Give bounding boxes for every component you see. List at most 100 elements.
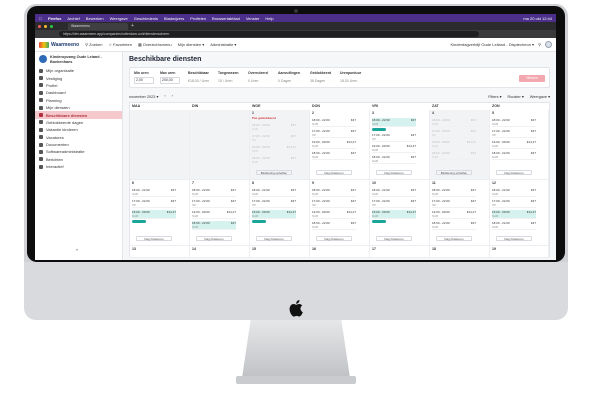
shift-item[interactable]: 17:00 - 22:00 €47 SP xyxy=(312,129,356,138)
shift-item[interactable]: 18:00 - 22:00 €47 NAB xyxy=(252,156,296,165)
shift-item[interactable]: 17:00 - 22:00 €47 SP xyxy=(432,199,476,208)
menu-item[interactable]: Firefox xyxy=(48,16,61,21)
block-day-button[interactable]: Dag blokkeren xyxy=(496,170,532,175)
avatar[interactable] xyxy=(545,41,552,48)
sidebar-item-documents[interactable]: Documenten xyxy=(35,141,122,148)
zoom-window-icon[interactable] xyxy=(50,24,53,28)
shift-item[interactable]: 18:00 - 22:00 €47 NAB xyxy=(312,221,356,230)
shift-item[interactable]: 19:00 - 09:00 €14,47 NAB xyxy=(312,140,356,149)
nav-my-shifts[interactable]: Mijn diensten ▾ xyxy=(178,42,205,47)
block-day-button[interactable]: Dag blokkeren xyxy=(196,236,232,241)
min-hours-input[interactable]: 2,00 xyxy=(134,77,154,84)
search-icon[interactable]: ⚲ xyxy=(538,42,541,47)
nav-overview[interactable]: ▦ Overzichtsmenu xyxy=(138,42,172,47)
sidebar-item-messages[interactable]: Berichten xyxy=(35,156,122,163)
nav-admin[interactable]: Administratie ▾ xyxy=(210,42,236,47)
shift-item[interactable]: 18:00 - 22:00 €47 NAB xyxy=(372,118,416,127)
menu-item[interactable]: Bewerken xyxy=(86,16,104,21)
menu-item[interactable]: Browsertabblad xyxy=(212,16,240,21)
shift-item[interactable]: 18:00 - 22:00 €47 NAB xyxy=(492,151,536,160)
block-day-button[interactable]: Dag blokkeren xyxy=(136,236,172,241)
new-tab-icon[interactable]: + xyxy=(131,23,134,29)
view-dropdown[interactable]: Weergave ▾ xyxy=(530,94,550,99)
sidebar-item-vacancies[interactable]: Vacatures xyxy=(35,134,122,141)
month-picker[interactable]: november 2023 ▾ xyxy=(129,94,158,99)
address-bar[interactable]: https://dev.waarmeen.app/companies/rotte… xyxy=(59,31,479,37)
shift-item[interactable]: 18:00 - 22:00 €47 NAB xyxy=(372,155,416,164)
rooster-dropdown[interactable]: Rooster ▾ xyxy=(508,94,524,99)
menu-item[interactable]: Help xyxy=(265,16,273,21)
sidebar-item-location[interactable]: Vestiging xyxy=(35,74,122,81)
sidebar-item-planning[interactable]: Planning xyxy=(35,97,122,104)
shift-item[interactable]: 18:00 - 22:00 €47 NAB xyxy=(192,188,236,197)
sidebar-item-organisation[interactable]: Mijn organisatie xyxy=(35,67,122,74)
sidebar-item-blocked-days[interactable]: Geblokkeerde dagen xyxy=(35,119,122,126)
brand[interactable]: Waarmeeno xyxy=(39,41,79,48)
clock[interactable]: ma 20 okt 12:44 xyxy=(523,16,556,21)
shift-item[interactable]: 19:00 - 09:00 €14,47 NAB xyxy=(192,210,236,219)
block-day-button[interactable]: Dag blokkeren xyxy=(256,236,292,241)
shift-item[interactable]: 17:00 - 22:00 €47 SP xyxy=(312,199,356,208)
menu-item[interactable]: Geschiedenis xyxy=(134,16,158,21)
shift-item[interactable]: 19:00 - 09:00 €14,47 NAB xyxy=(432,140,476,149)
clear-filters-button[interactable]: Wissen xyxy=(519,75,545,82)
shift-item[interactable]: 19:00 - 09:00 €14,47 NAB xyxy=(312,210,356,219)
shift-item[interactable]: 17:00 - 22:00 €47 SP xyxy=(252,134,296,143)
shift-item[interactable]: 17:00 - 22:00 €47 SP xyxy=(192,199,236,208)
shift-item[interactable]: 18:00 - 22:00 €47 NAB xyxy=(432,151,476,160)
shift-item[interactable]: 19:00 - 09:00 €14,47 NAB xyxy=(372,144,416,153)
shift-item[interactable]: 17:00 - 22:00 €47 SP xyxy=(132,199,176,208)
menu-item[interactable]: Weergave xyxy=(110,16,128,21)
shift-item[interactable]: 18:00 - 22:00 €47 NAB xyxy=(432,221,476,230)
sidebar-item-interactive[interactable]: Interactief xyxy=(35,163,122,170)
unblock-day-button[interactable]: Blokkering opheffen xyxy=(436,170,472,175)
shift-item[interactable]: 19:00 - 09:00 €14,47 NAB xyxy=(252,210,296,219)
shift-item[interactable]: 18:00 - 22:00 €47 NAB xyxy=(312,151,356,160)
shift-item[interactable]: 19:00 - 09:00 €14,47 NAB xyxy=(372,210,416,219)
block-day-button[interactable]: Dag blokkeren xyxy=(436,236,472,241)
shift-item[interactable]: 18:00 - 22:00 €47 NAB xyxy=(312,188,356,197)
chevron-right-icon[interactable]: › xyxy=(172,94,173,98)
shift-item[interactable]: 17:00 - 22:00 €47 SP xyxy=(492,199,536,208)
sidebar-org[interactable]: Kinderopvang Oude Leland - Boekenhaes xyxy=(35,52,122,67)
shift-item[interactable]: 17:00 - 22:00 €47 SP xyxy=(492,129,536,138)
shift-item[interactable]: 18:00 - 22:00 €47 NAB xyxy=(132,188,176,197)
shift-item[interactable]: 18:00 - 22:00 €47 NAB xyxy=(432,118,476,127)
nav-favorites[interactable]: ☆ Favorieten xyxy=(108,42,132,47)
shift-item[interactable]: 18:00 - 22:00 €47 NAB xyxy=(432,188,476,197)
shift-item[interactable]: 18:00 - 22:00 €47 NAB xyxy=(372,188,416,197)
shift-item[interactable]: 18:00 - 22:00 €47 NAB xyxy=(492,221,536,230)
shift-item[interactable]: 19:00 - 09:00 €14,47 NAB xyxy=(252,145,296,154)
sidebar-item-software-admin[interactable]: Softwareadministratie xyxy=(35,148,122,155)
block-day-button[interactable]: Dag blokkeren xyxy=(316,170,352,175)
collapse-sidebar-button[interactable]: « xyxy=(76,247,78,252)
shift-item[interactable]: 18:00 - 22:00 €47 NAB xyxy=(192,221,236,230)
browser-tab[interactable]: Waarmeeno xyxy=(68,22,128,30)
menu-item[interactable]: Bladwijzers xyxy=(164,16,184,21)
menu-item[interactable]: Profielen xyxy=(190,16,206,21)
filters-dropdown[interactable]: Filters ▾ xyxy=(488,94,501,99)
shift-item[interactable]: 18:00 - 22:00 €47 NAB xyxy=(252,188,296,197)
nav-search[interactable]: ⚲ Zoeken xyxy=(85,42,102,47)
shift-item[interactable]: 19:00 - 09:00 €14,47 NAB xyxy=(432,210,476,219)
shift-item[interactable]: 18:00 - 22:00 €47 NAB xyxy=(312,118,356,127)
shift-item[interactable]: 19:00 - 09:00 €14,47 NAB xyxy=(492,210,536,219)
menu-item[interactable]: Archief xyxy=(67,16,79,21)
shift-item[interactable]: 19:00 - 09:00 €14,47 NAB xyxy=(132,210,176,219)
shift-item[interactable]: 19:00 - 09:00 €14,47 NAB xyxy=(492,140,536,149)
sidebar-item-dashboard[interactable]: Dashboard xyxy=(35,89,122,96)
sidebar-item-holidays[interactable]: Vakantie kinderen xyxy=(35,126,122,133)
org-switcher[interactable]: Kinderdagverblijf Oude Leiland - Disptec… xyxy=(450,42,534,47)
sidebar-item-my-shifts[interactable]: Mijn diensten xyxy=(35,104,122,111)
sidebar-item-profile[interactable]: Profiel xyxy=(35,82,122,89)
unblock-day-button[interactable]: Blokkering opheffen xyxy=(256,170,292,175)
shift-item[interactable]: 18:00 - 22:00 €47 NAB xyxy=(252,123,296,132)
apple-menu-icon[interactable]:  xyxy=(39,16,42,21)
chevron-left-icon[interactable]: ‹ xyxy=(164,94,165,98)
shift-item[interactable]: 18:00 - 22:00 €47 NAB xyxy=(492,188,536,197)
block-day-button[interactable]: Dag blokkeren xyxy=(316,236,352,241)
block-day-button[interactable]: Dag blokkeren xyxy=(376,236,412,241)
minimize-window-icon[interactable] xyxy=(44,24,47,28)
block-day-button[interactable]: Dag blokkeren xyxy=(376,170,412,175)
shift-item[interactable]: 17:00 - 22:00 €47 SP xyxy=(252,199,296,208)
